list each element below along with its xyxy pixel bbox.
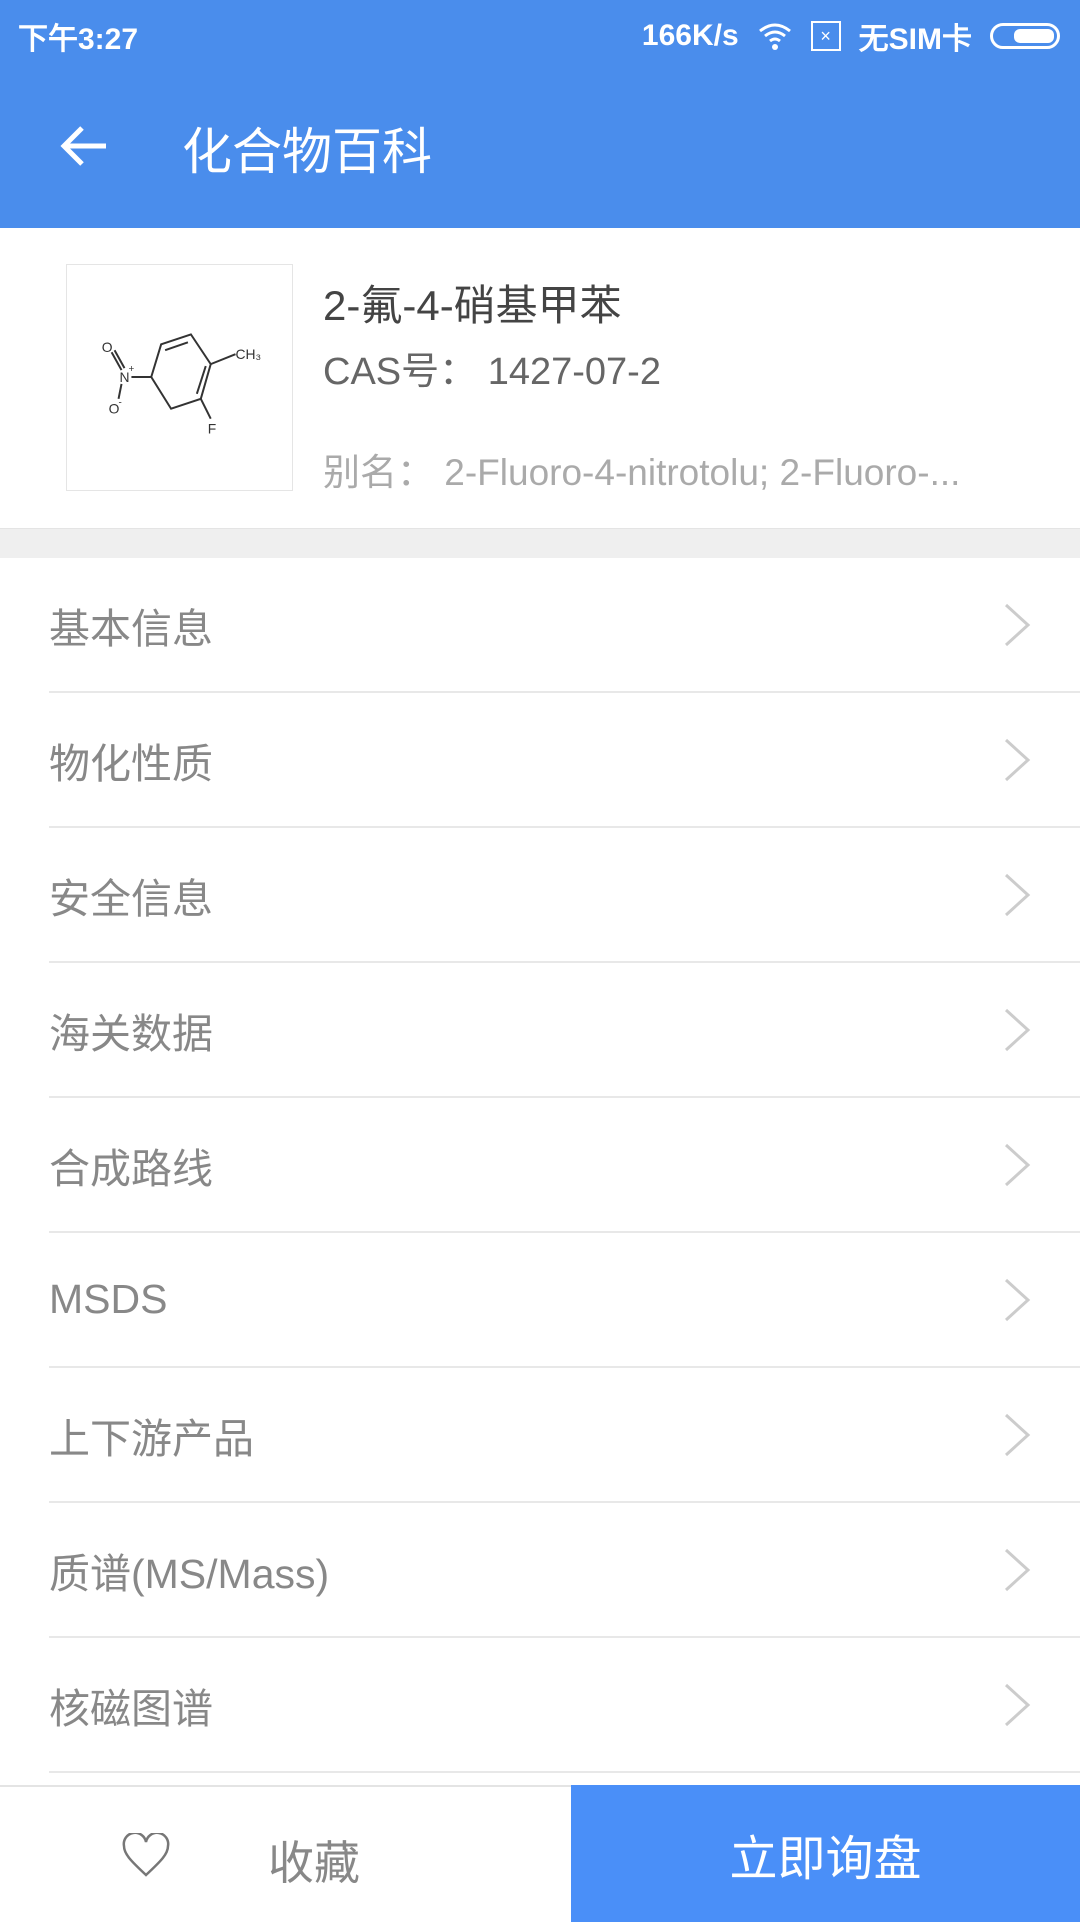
no-sim-icon: × — [810, 21, 841, 51]
chevron-right-icon — [1004, 1143, 1031, 1186]
menu-item-synthesis[interactable]: 合成路线 — [49, 1098, 1080, 1233]
chevron-right-icon — [1004, 1008, 1031, 1051]
menu-list: 基本信息 物化性质 安全信息 海关数据 合成路线 MSDS 上下游产品 质谱(M… — [0, 558, 1080, 1773]
alias: 别名： 2-Fluoro-4-nitrotolu; 2-Fluoro-... — [323, 442, 960, 496]
sim-status: 无SIM卡 — [858, 23, 972, 56]
menu-item-customs[interactable]: 海关数据 — [49, 963, 1080, 1098]
bottom-bar: 收藏 立即询盘 — [0, 1785, 1080, 1922]
wifi-icon — [758, 23, 791, 50]
menu-item-related-products[interactable]: 上下游产品 — [49, 1368, 1080, 1503]
cas-value: 1427-07-2 — [487, 351, 661, 393]
alias-value: 2-Fluoro-4-nitrotolu; 2-Fluoro-... — [444, 452, 961, 493]
status-time: 下午3:27 — [18, 23, 139, 56]
section-divider — [0, 528, 1080, 558]
menu-item-label: 安全信息 — [49, 875, 213, 922]
heart-icon — [122, 1833, 170, 1877]
svg-text:F: F — [208, 421, 216, 437]
cas-number: CAS号： 1427-07-2 — [323, 340, 661, 395]
menu-item-label: MSDS — [49, 1276, 168, 1322]
cas-label: CAS号： — [323, 351, 478, 393]
chevron-right-icon — [1004, 1683, 1031, 1726]
alias-label: 别名： — [323, 452, 434, 493]
chevron-right-icon — [1004, 1413, 1031, 1456]
menu-item-label: 质谱(MS/Mass) — [49, 1550, 330, 1597]
svg-text:+: + — [128, 364, 134, 375]
page-title: 化合物百科 — [182, 124, 432, 180]
menu-item-label: 合成路线 — [49, 1145, 213, 1192]
favorite-button[interactable]: 收藏 — [0, 1787, 571, 1922]
menu-item-properties[interactable]: 物化性质 — [49, 693, 1080, 828]
chevron-right-icon — [1004, 1548, 1031, 1591]
back-arrow-icon[interactable] — [56, 118, 112, 174]
chevron-right-icon — [1004, 603, 1031, 646]
menu-item-safety[interactable]: 安全信息 — [49, 828, 1080, 963]
chevron-right-icon — [1004, 738, 1031, 781]
svg-text:-: - — [119, 398, 122, 409]
menu-item-basic-info[interactable]: 基本信息 — [49, 558, 1080, 693]
chevron-right-icon — [1004, 1278, 1031, 1321]
menu-item-label: 核磁图谱 — [49, 1685, 213, 1732]
menu-item-label: 基本信息 — [49, 605, 213, 652]
menu-item-mass-spec[interactable]: 质谱(MS/Mass) — [49, 1503, 1080, 1638]
status-bar: 下午3:27 166K/s × 无SIM卡 — [0, 8, 1080, 64]
compound-card[interactable]: N + OO- CH₃ F 2-氟-4-硝基甲苯 CAS号： 1427-07-2 别… — [0, 228, 1080, 528]
svg-text:O: O — [102, 339, 113, 355]
menu-item-msds[interactable]: MSDS — [49, 1233, 1080, 1368]
menu-item-nmr[interactable]: 核磁图谱 — [49, 1638, 1080, 1773]
chevron-right-icon — [1004, 873, 1031, 916]
svg-text:CH₃: CH₃ — [236, 346, 262, 362]
menu-item-label: 上下游产品 — [49, 1415, 254, 1462]
menu-item-label: 物化性质 — [49, 740, 213, 787]
app-header: 下午3:27 166K/s × 无SIM卡 化合物百科 — [0, 0, 1080, 228]
network-speed: 166K/s — [641, 19, 739, 52]
battery-icon — [990, 23, 1060, 49]
inquire-button[interactable]: 立即询盘 — [571, 1785, 1080, 1922]
structure-image: N + OO- CH₃ F — [66, 264, 293, 491]
compound-name: 2-氟-4-硝基甲苯 — [323, 282, 622, 329]
favorite-label: 收藏 — [268, 1837, 360, 1889]
menu-item-label: 海关数据 — [49, 1010, 213, 1057]
